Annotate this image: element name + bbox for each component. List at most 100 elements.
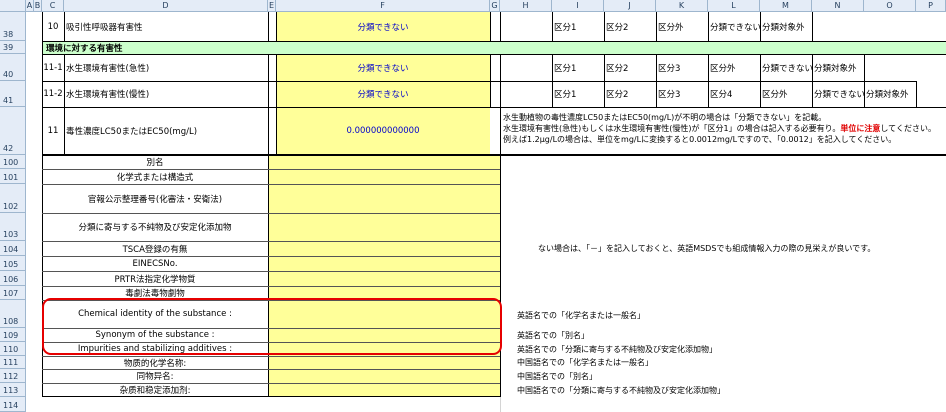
border xyxy=(42,81,916,82)
row-header[interactable]: 100 xyxy=(0,155,26,169)
col-header-n[interactable]: N xyxy=(812,0,864,12)
field-label: 別名 xyxy=(146,158,164,168)
note-line: 中国語名での「分類に寄与する不純物及び安定化添加物」 xyxy=(517,386,725,395)
classification-value[interactable]: 分類できない xyxy=(276,81,490,107)
border xyxy=(276,54,277,155)
row-header[interactable]: 39 xyxy=(0,41,26,54)
row-header[interactable]: 42 xyxy=(0,107,26,155)
border xyxy=(42,356,500,357)
item-number: 11 xyxy=(47,126,59,136)
field-label: 物质的化学名称: xyxy=(123,358,187,369)
row-header[interactable]: 113 xyxy=(0,383,26,397)
border xyxy=(760,54,761,107)
col-header-a[interactable]: A xyxy=(26,0,34,12)
option-cell: 分類できない xyxy=(814,90,864,100)
col-header-c[interactable]: C xyxy=(42,0,64,12)
border xyxy=(708,12,709,41)
border xyxy=(552,54,553,107)
spreadsheet: A B C D E F G H I J K L M N O P 38 39 40… xyxy=(0,0,946,412)
row-header[interactable]: 114 xyxy=(0,397,26,412)
item-label: 吸引性呼吸器有害性 xyxy=(66,22,143,33)
row-header[interactable]: 108 xyxy=(0,300,26,328)
row-header[interactable]: 103 xyxy=(0,213,26,241)
col-header-p[interactable]: P xyxy=(916,0,946,12)
classification-value[interactable]: 分類できない xyxy=(276,54,490,81)
item-number: 11-1 xyxy=(43,62,63,73)
border xyxy=(760,12,761,41)
note-line: 英語名での「化学名または一般名」 xyxy=(517,311,645,320)
border xyxy=(42,107,946,108)
col-header-l[interactable]: L xyxy=(708,0,760,12)
row-header[interactable]: 106 xyxy=(0,271,26,286)
col-header-i[interactable]: I xyxy=(552,0,604,12)
item-label: 毒性濃度LC50またはEC50(mg/L) xyxy=(66,127,198,137)
row-header[interactable]: 40 xyxy=(0,54,26,81)
option-cell: 分類できない xyxy=(710,22,760,33)
option-cell: 分類対象外 xyxy=(814,63,857,74)
item-label: 水生環境有害性(慢性) xyxy=(66,90,150,100)
border xyxy=(500,54,501,155)
option-cell: 区分2 xyxy=(606,90,629,100)
row-header[interactable]: 110 xyxy=(0,342,26,356)
field-label: EINECSNo. xyxy=(132,258,178,269)
row-header[interactable]: 104 xyxy=(0,241,26,256)
col-header-e[interactable]: E xyxy=(268,0,276,12)
row-header[interactable]: 101 xyxy=(0,169,26,184)
row-header[interactable]: 41 xyxy=(0,81,26,107)
border xyxy=(490,54,491,107)
select-all-corner[interactable] xyxy=(0,0,26,12)
field-label: TSCA登録の有無 xyxy=(122,244,188,255)
border xyxy=(864,54,865,107)
section-title: 環境に対する有害性 xyxy=(46,43,123,54)
field-label: 同物异名: xyxy=(136,372,174,382)
option-cell: 分類できない xyxy=(762,63,812,74)
field-label: 官報公示整理番号(化審法・安衛法) xyxy=(87,194,223,205)
border xyxy=(42,155,43,397)
col-header-m[interactable]: M xyxy=(760,0,812,12)
col-header-d[interactable]: D xyxy=(64,0,268,12)
row-header[interactable]: 102 xyxy=(0,184,26,213)
toxicity-value[interactable]: 0.000000000000 xyxy=(276,107,490,155)
border xyxy=(64,54,65,155)
option-cell: 区分2 xyxy=(606,22,629,33)
border xyxy=(916,81,917,107)
option-cell: 区分3 xyxy=(658,63,681,74)
border xyxy=(268,155,269,397)
border xyxy=(268,12,269,41)
col-header-k[interactable]: K xyxy=(656,0,708,12)
option-cell: 分類対象外 xyxy=(866,90,909,100)
border xyxy=(812,54,813,107)
col-header-j[interactable]: J xyxy=(604,0,656,12)
border xyxy=(42,12,43,155)
row-header[interactable]: 107 xyxy=(0,286,26,300)
border xyxy=(656,54,657,107)
border xyxy=(812,12,813,41)
field-label: 分類に寄与する不純物及び安定化添加物 xyxy=(78,223,232,233)
border xyxy=(42,256,500,257)
row-header[interactable]: 105 xyxy=(0,256,26,271)
field-label: PRTR法指定化学物質 xyxy=(114,274,196,285)
col-header-o[interactable]: O xyxy=(864,0,916,12)
col-header-b[interactable]: B xyxy=(34,0,42,12)
row-header[interactable]: 111 xyxy=(0,356,26,369)
option-cell: 区分外 xyxy=(710,63,736,74)
col-header-f[interactable]: F xyxy=(276,0,490,12)
classification-value[interactable]: 分類できない xyxy=(276,12,490,41)
border xyxy=(42,271,500,272)
option-cell: 区分2 xyxy=(606,63,629,74)
border xyxy=(552,12,553,41)
col-header-g[interactable]: G xyxy=(490,0,500,12)
border xyxy=(42,41,946,42)
option-cell: 区分外 xyxy=(762,90,788,100)
col-header-h[interactable]: H xyxy=(500,0,552,12)
border xyxy=(604,54,605,107)
border xyxy=(42,286,500,287)
row-header[interactable]: 38 xyxy=(0,12,26,41)
border xyxy=(42,213,500,214)
warning-text: 単位に注意 xyxy=(840,124,881,133)
row-header[interactable]: 109 xyxy=(0,328,26,342)
border xyxy=(42,396,501,397)
input-column[interactable] xyxy=(268,155,500,397)
row-header[interactable]: 112 xyxy=(0,369,26,383)
border xyxy=(276,12,277,41)
